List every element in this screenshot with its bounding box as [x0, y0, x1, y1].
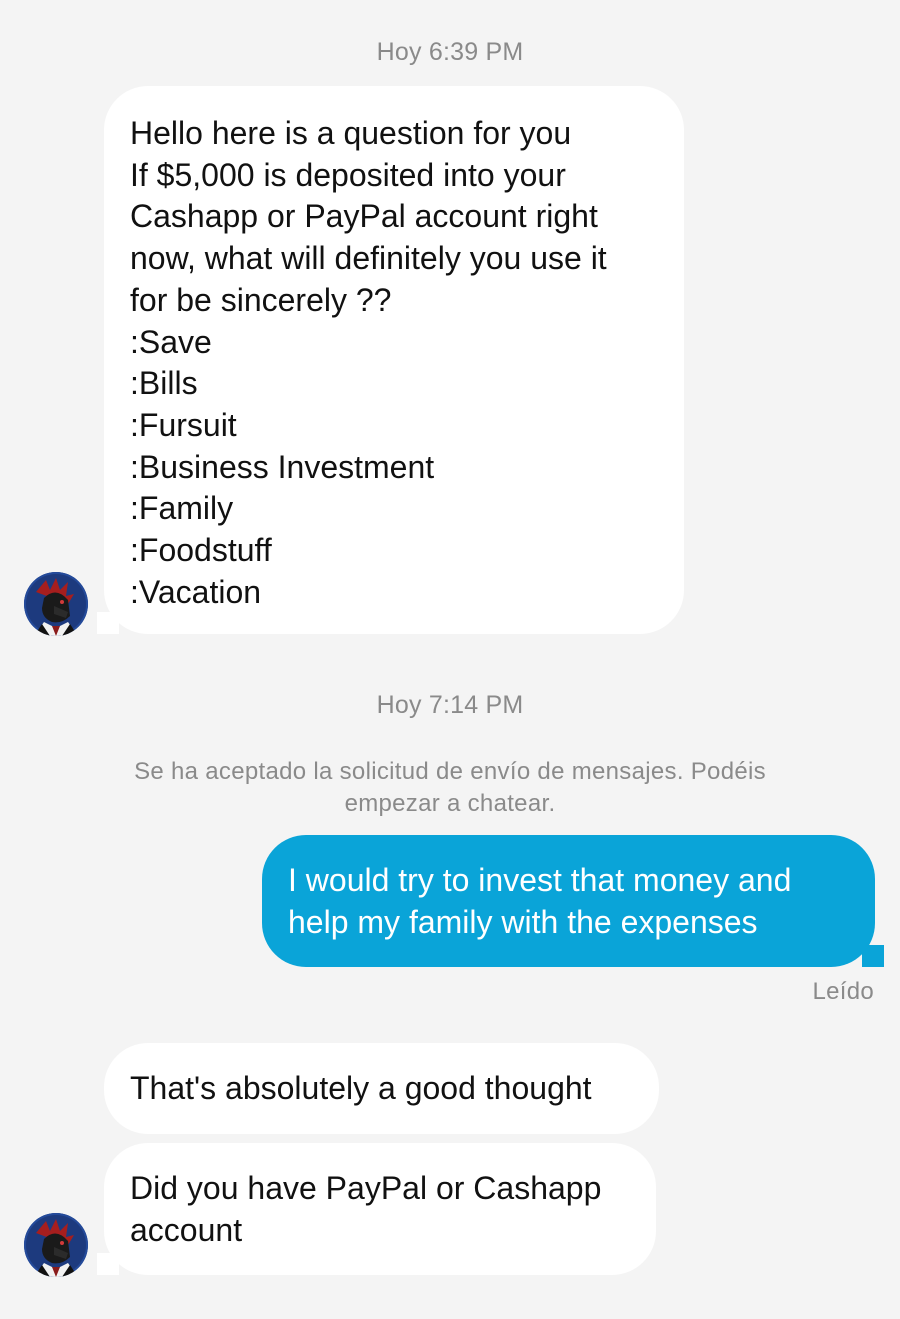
message-line: :Family [130, 490, 234, 527]
incoming-message-bubble[interactable]: Did you have PayPal or Cashapp account [104, 1143, 656, 1275]
message-line: :Business Investment [130, 448, 435, 485]
timestamp: Hoy 7:14 PM [376, 691, 524, 719]
message-line: :Bills [130, 365, 198, 402]
message-line: now, what will definitely you use it [130, 240, 607, 277]
read-receipt: Leído [812, 978, 874, 1005]
incoming-message-bubble[interactable]: That's absolutely a good thought [104, 1043, 659, 1134]
message-line: I would try to invest that money and [288, 862, 792, 898]
outgoing-message-bubble[interactable]: I would try to invest that money and hel… [262, 835, 875, 967]
message-line: :Foodstuff [130, 532, 272, 569]
contact-avatar-icon[interactable] [24, 572, 88, 636]
message-line: Did you have PayPal or Cashapp [130, 1170, 602, 1206]
message-line: That's absolutely a good thought [130, 1070, 592, 1106]
message-line: Hello here is a question for you [130, 115, 572, 151]
message-line: :Fursuit [130, 406, 237, 443]
message-request-accepted-note: Se ha aceptado la solicitud de envío de … [100, 756, 800, 820]
timestamp: Hoy 6:39 PM [376, 38, 524, 66]
message-line: help my family with the expenses [288, 903, 758, 940]
chat-thread[interactable]: Hoy 6:39 PM Hello here is a question for… [0, 0, 900, 1319]
message-line: for be sincerely ?? [130, 281, 392, 318]
system-note-line: Se ha aceptado la solicitud de envío de … [134, 758, 766, 785]
contact-avatar-icon[interactable] [24, 1213, 88, 1277]
message-line: :Vacation [130, 573, 262, 610]
message-line: If $5,000 is deposited into your [130, 156, 566, 193]
system-note-line: empezar a chatear. [344, 790, 556, 817]
message-line: account [130, 1211, 243, 1248]
incoming-message-bubble[interactable]: Hello here is a question for you If $5,0… [104, 86, 684, 634]
message-line: :Save [130, 323, 212, 360]
message-line: Cashapp or PayPal account right [130, 198, 598, 235]
